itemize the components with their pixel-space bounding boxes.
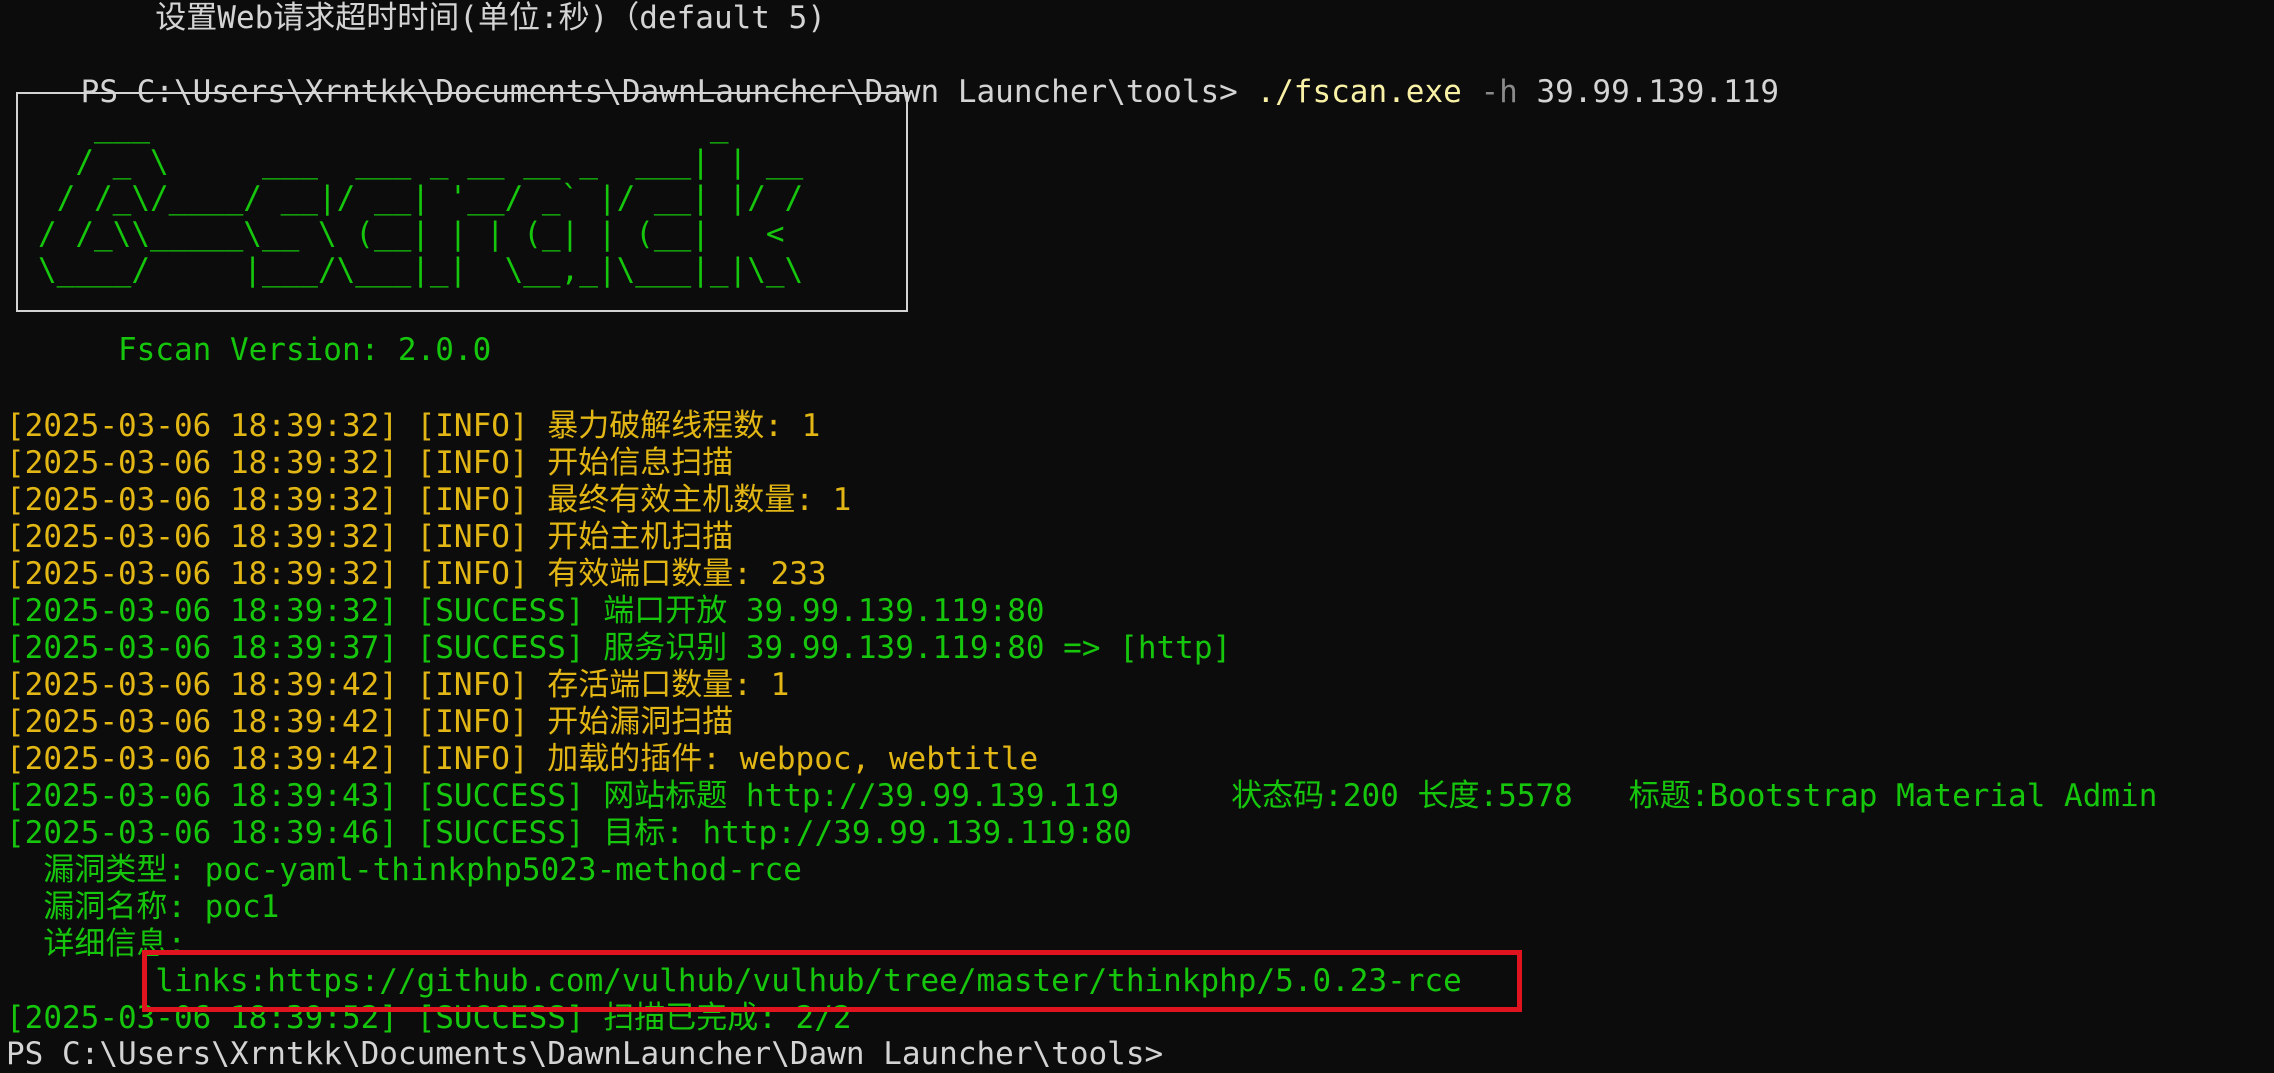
terminal-window[interactable]: 设置Web请求超时时间(单位:秒)（default 5) PS C:\Users… bbox=[0, 0, 2274, 1072]
command-executable: ./fscan.exe bbox=[1256, 74, 1462, 110]
help-text-line: 设置Web请求超时时间(单位:秒)（default 5) bbox=[6, 0, 826, 36]
log-line: [2025-03-06 18:39:42] [INFO] 加载的插件: webp… bbox=[6, 741, 1039, 777]
fscan-banner: ___ _ / _ \ ___ ___ _ __ __ _ ___| | __ … bbox=[16, 92, 908, 312]
command-flag: -h bbox=[1461, 74, 1518, 110]
log-line: [2025-03-06 18:39:32] [INFO] 最终有效主机数量: 1 bbox=[6, 482, 852, 518]
log-line: [2025-03-06 18:39:46] [SUCCESS] 目标: http… bbox=[6, 815, 1132, 851]
log-line: [2025-03-06 18:39:32] [INFO] 开始主机扫描 bbox=[6, 519, 734, 555]
log-line: [2025-03-06 18:39:42] [INFO] 存活端口数量: 1 bbox=[6, 667, 790, 703]
highlight-annotation-box bbox=[142, 950, 1522, 1012]
command-line: PS C:\Users\Xrntkk\Documents\DawnLaunche… bbox=[6, 37, 1779, 110]
log-line: [2025-03-06 18:39:32] [INFO] 有效端口数量: 233 bbox=[6, 556, 827, 592]
log-line: [2025-03-06 18:39:43] [SUCCESS] 网站标题 htt… bbox=[6, 778, 2158, 814]
log-line: [2025-03-06 18:39:32] [INFO] 暴力破解线程数: 1 bbox=[6, 408, 821, 444]
version-line: Fscan Version: 2.0.0 bbox=[6, 332, 492, 368]
log-line: [2025-03-06 18:39:37] [SUCCESS] 服务识别 39.… bbox=[6, 630, 1232, 666]
log-line: [2025-03-06 18:39:42] [INFO] 开始漏洞扫描 bbox=[6, 704, 734, 740]
command-argument: 39.99.139.119 bbox=[1517, 74, 1780, 110]
log-line: 漏洞类型: poc-yaml-thinkphp5023-method-rce bbox=[6, 852, 802, 888]
log-line: [2025-03-06 18:39:32] [INFO] 开始信息扫描 bbox=[6, 445, 734, 481]
final-shell-prompt: PS C:\Users\Xrntkk\Documents\DawnLaunche… bbox=[6, 1036, 1164, 1072]
log-line: 漏洞名称: poc1 bbox=[6, 889, 280, 925]
log-line: [2025-03-06 18:39:32] [SUCCESS] 端口开放 39.… bbox=[6, 593, 1045, 629]
banner-line: / /_\/____/ __|/ __| '__/ _` |/ __| |/ / bbox=[56, 180, 804, 216]
banner-line: \____/ |___/\___|_| \__,_|\___|_|\_\ bbox=[38, 252, 804, 288]
banner-line: / /_\\_____\__ \ (__| | | (_| | (__| < bbox=[38, 216, 785, 252]
banner-line: / _ \ ___ ___ _ __ __ _ ___| | __ bbox=[75, 144, 804, 180]
banner-line: ___ _ bbox=[93, 108, 729, 144]
fscan-ascii-logo: ___ _ / _ \ ___ ___ _ __ __ _ ___| | __ … bbox=[38, 108, 803, 288]
